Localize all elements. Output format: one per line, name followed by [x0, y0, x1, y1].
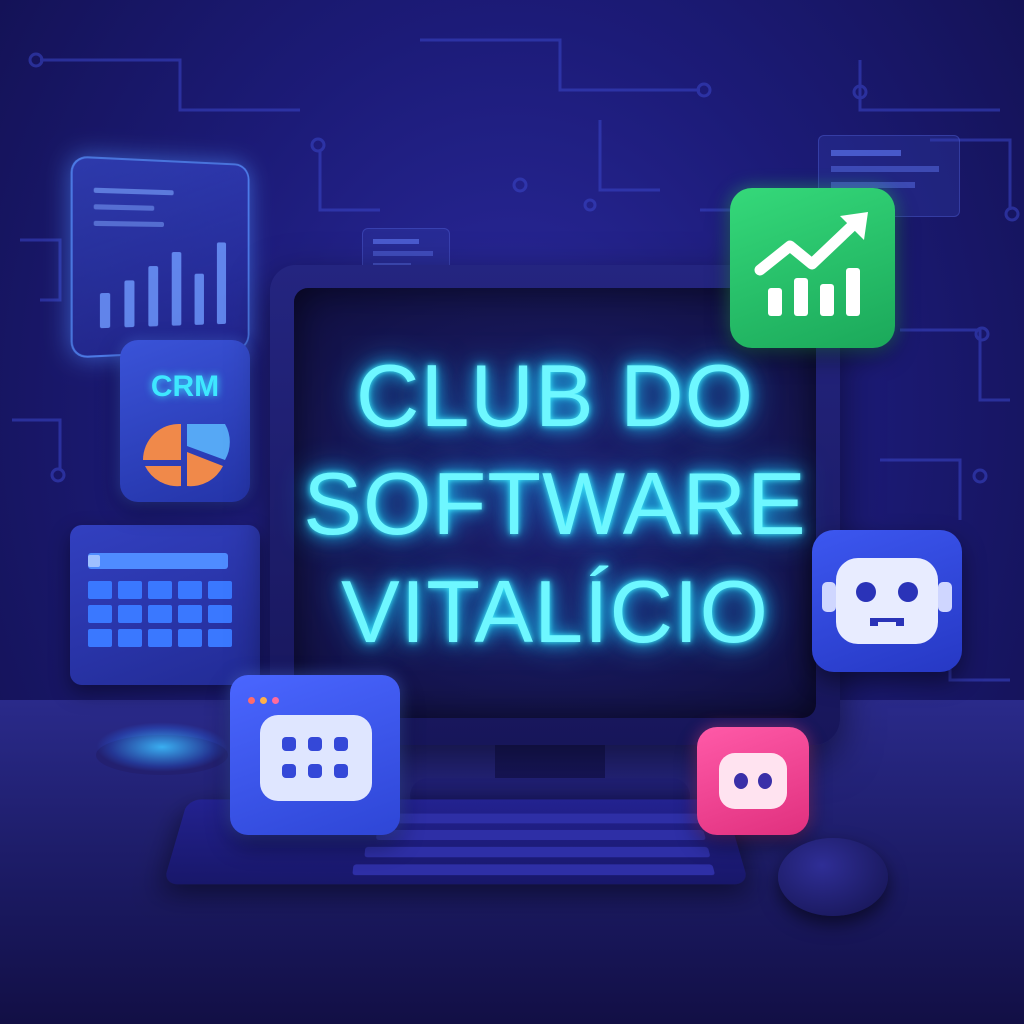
hologram-ring — [96, 722, 228, 772]
crm-label: CRM — [120, 370, 250, 404]
scene: CRM CLUB DO SOFTWARE VITALÍCIO — [0, 0, 1024, 1024]
bar-chart-icon — [73, 158, 248, 357]
neon-title: CLUB DO SOFTWARE VITALÍCIO — [294, 342, 816, 666]
app-grid-tile[interactable] — [230, 675, 400, 835]
title-line-1: CLUB DO — [294, 342, 816, 450]
bot-chat-tile[interactable] — [697, 727, 809, 835]
crm-pie-icon — [135, 416, 235, 490]
robot-tile[interactable] — [812, 530, 962, 672]
table-grid-panel — [70, 525, 260, 685]
crm-tile[interactable]: CRM — [120, 340, 250, 502]
window-dots — [248, 689, 284, 708]
growth-chart-icon — [730, 188, 895, 348]
bar-chart-panel — [71, 155, 250, 358]
title-line-2: SOFTWARE — [294, 450, 816, 558]
bot-face-icon — [697, 727, 809, 835]
mouse — [778, 838, 888, 916]
table-grid-icon — [70, 525, 260, 685]
growth-chart-tile[interactable] — [730, 188, 895, 348]
title-line-3: VITALÍCIO — [294, 558, 816, 666]
app-grid-icon — [260, 715, 372, 801]
robot-face-icon — [812, 530, 962, 672]
